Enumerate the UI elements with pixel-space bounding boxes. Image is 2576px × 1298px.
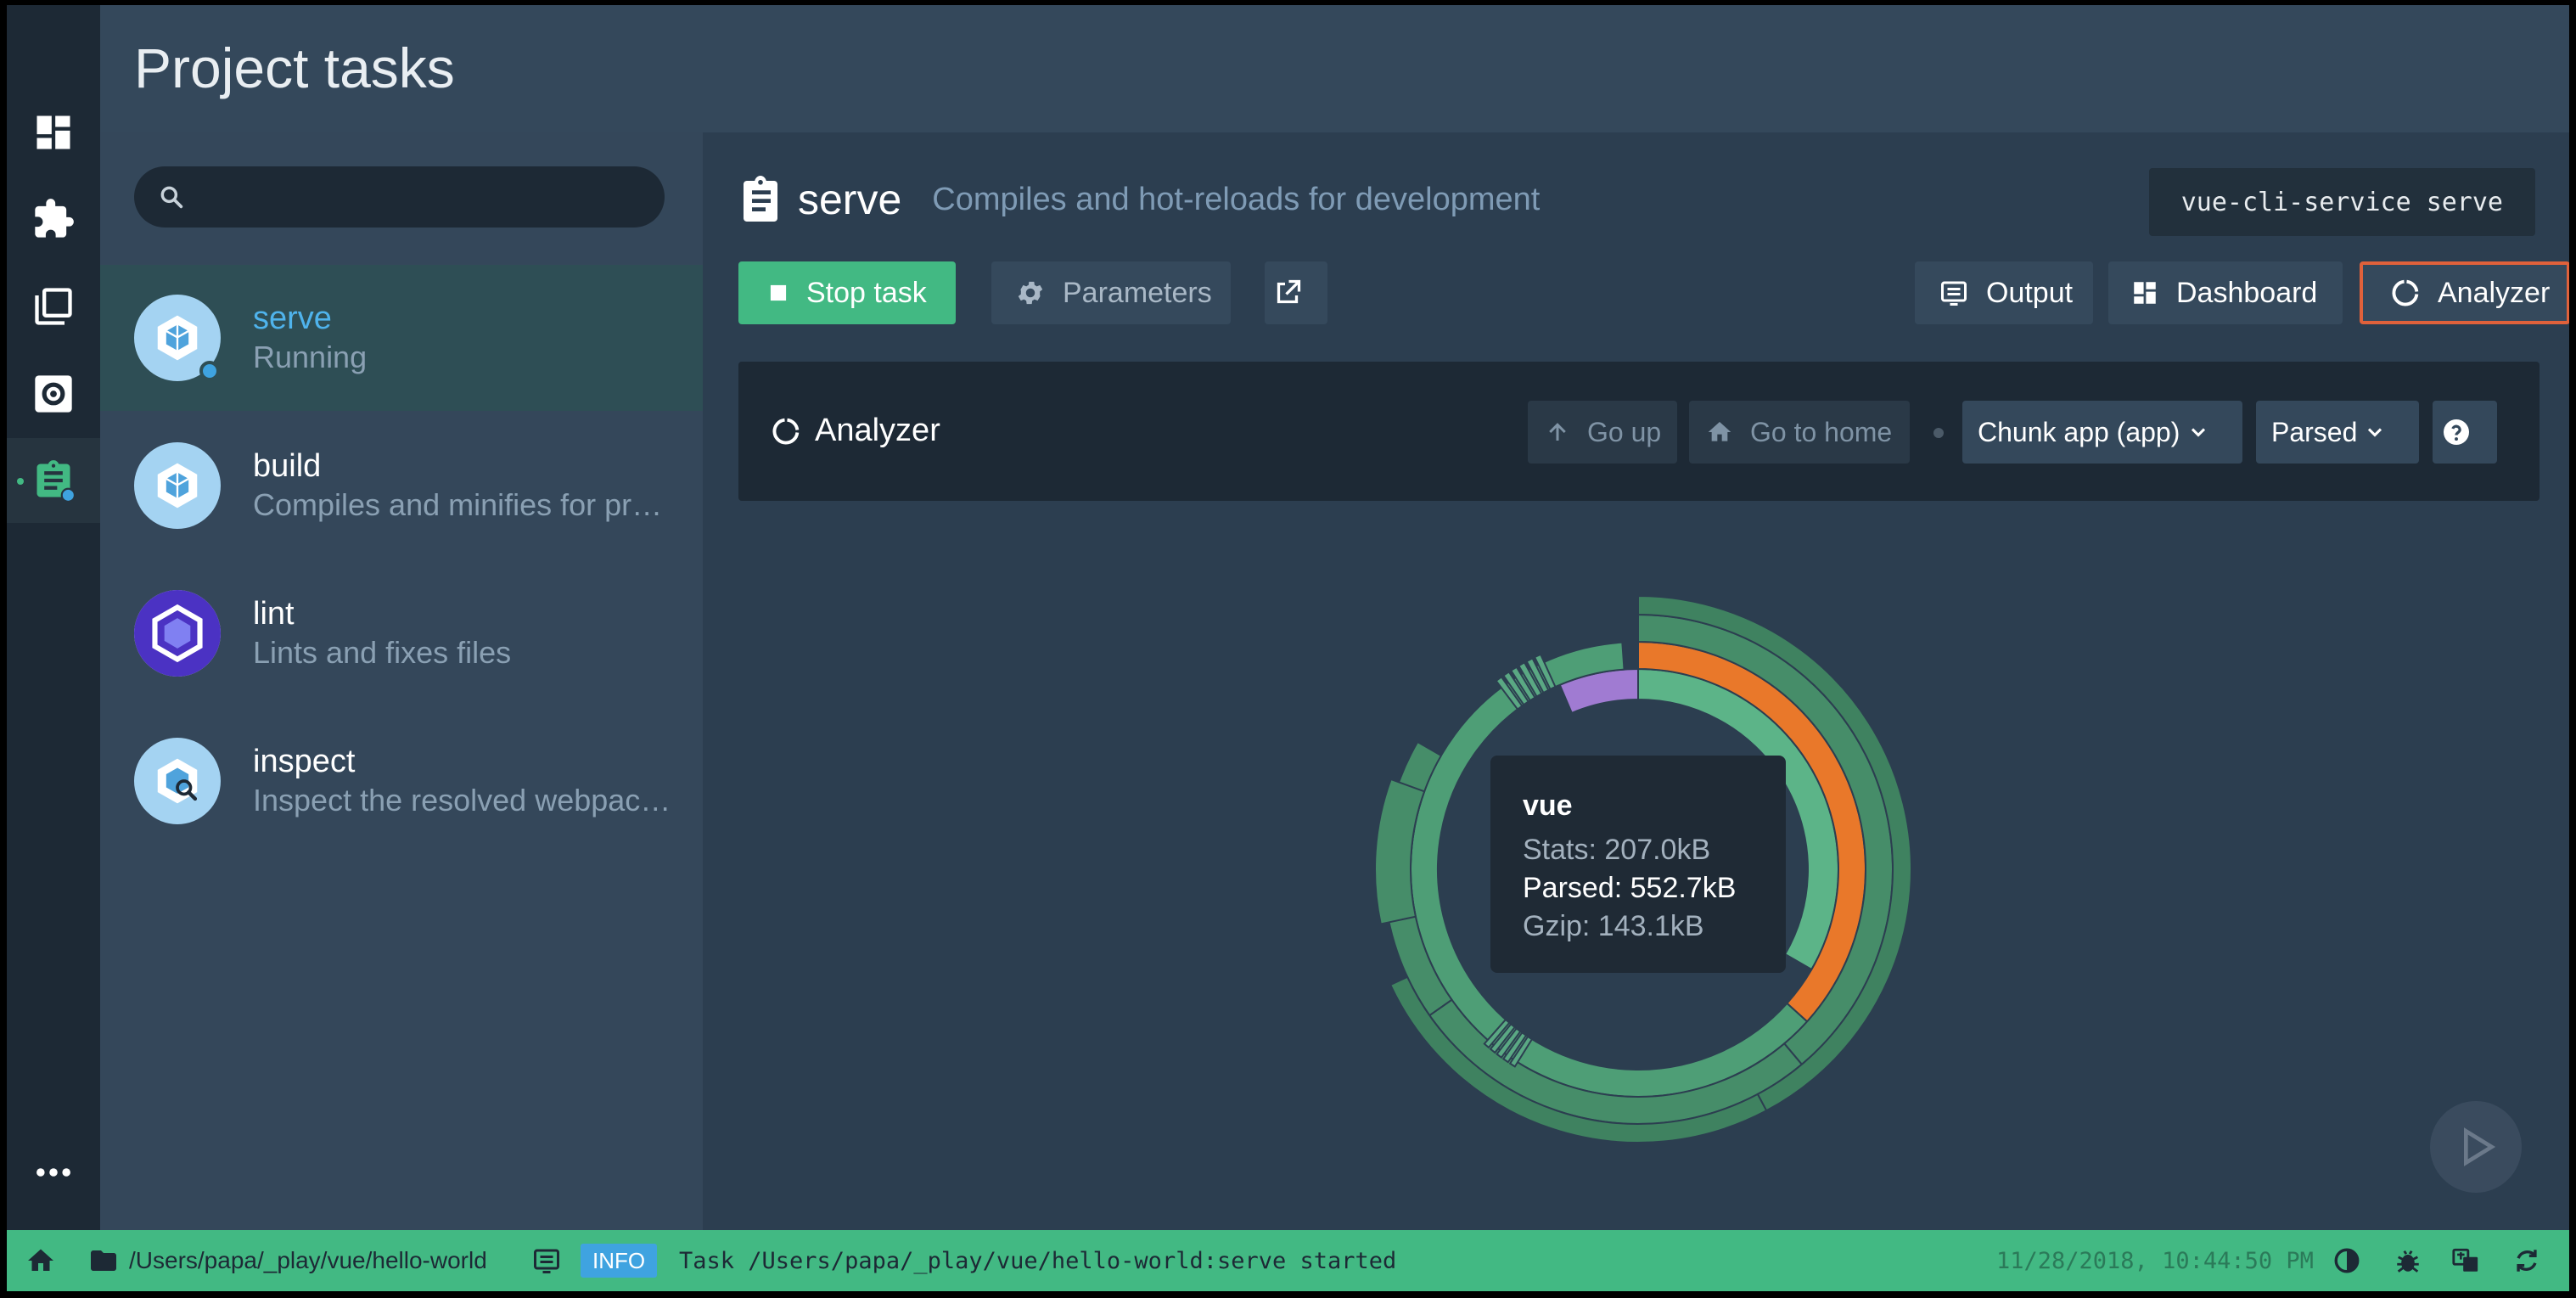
refresh-icon <box>2517 1250 2537 1272</box>
message-icon <box>534 1249 559 1273</box>
home-button[interactable] <box>25 1230 56 1291</box>
translate-icon <box>2452 1248 2478 1272</box>
nav-plugins[interactable] <box>7 177 100 261</box>
dark-mode-toggle[interactable] <box>2332 1230 2361 1291</box>
nav-dashboard[interactable] <box>7 90 100 175</box>
tooltip-module-name: vue <box>1523 789 1573 822</box>
log-level-badge: INFO <box>581 1244 658 1278</box>
contrast-icon <box>2334 1248 2360 1273</box>
sunburst-chart[interactable] <box>703 132 2569 1230</box>
log-timestamp: 11/28/2018, 10:44:50 PM <box>1996 1247 2314 1274</box>
nav-tasks[interactable] <box>7 438 100 523</box>
running-indicator <box>199 361 220 381</box>
task-status: Running <box>253 340 368 374</box>
project-path-text: /Users/papa/_play/vue/hello-world <box>129 1247 487 1273</box>
task-name: inspect <box>253 744 356 779</box>
search-input[interactable] <box>134 166 665 228</box>
bug-icon <box>2397 1250 2419 1273</box>
task-name: build <box>253 448 322 484</box>
task-description: Inspect the resolved webpack config <box>253 783 677 818</box>
page-title: Project tasks <box>134 37 455 99</box>
console-log-button[interactable] <box>531 1230 562 1291</box>
active-indicator <box>17 478 24 485</box>
report-bug-button[interactable] <box>2394 1230 2422 1291</box>
task-item-serve[interactable]: serve Running <box>100 265 703 411</box>
task-item-lint[interactable]: lint Lints and fixes files <box>100 560 703 706</box>
play-watermark-icon <box>2430 1101 2522 1193</box>
webpack-icon <box>134 442 221 529</box>
translate-button[interactable] <box>2451 1230 2480 1291</box>
search-icon <box>160 186 183 209</box>
folder-icon <box>91 1250 116 1271</box>
task-description: Lints and fixes files <box>253 635 512 670</box>
eslint-icon <box>134 590 221 677</box>
last-log-message[interactable]: Task /Users/papa/_play/vue/hello-world:s… <box>679 1230 1396 1291</box>
nav-more[interactable] <box>7 1130 100 1215</box>
library-icon <box>35 288 72 325</box>
task-name: lint <box>253 596 295 632</box>
task-item-build[interactable]: build Compiles and minifies for producti… <box>100 413 703 559</box>
tooltip-stats: Stats: 207.0kB <box>1523 834 1711 866</box>
tooltip-parsed: Parsed: 552.7kB <box>1523 872 1737 904</box>
task-list-panel: serve Running build Compiles and minifie… <box>100 132 703 1230</box>
task-description: Compiles and minifies for production <box>253 487 677 522</box>
nav-dependencies[interactable] <box>7 264 100 349</box>
puzzle-icon <box>35 199 74 238</box>
clipboard-icon <box>36 460 76 503</box>
settings-icon <box>35 375 72 413</box>
chart-tooltip: vue Stats: 207.0kB Parsed: 552.7kB Gzip:… <box>1490 756 1786 973</box>
task-detail: serve Compiles and hot-reloads for devel… <box>703 132 2569 1230</box>
inspect-icon <box>134 738 221 824</box>
nav-rail <box>7 5 100 1230</box>
refresh-button[interactable] <box>2512 1230 2541 1291</box>
app-window: Project tasks serve Running build Compil… <box>7 5 2569 1291</box>
nav-configuration[interactable] <box>7 351 100 436</box>
dashboard-icon <box>36 115 70 149</box>
home-icon <box>28 1249 53 1271</box>
status-bar: /Users/papa/_play/vue/hello-world INFO T… <box>7 1230 2569 1291</box>
task-name: serve <box>253 301 332 336</box>
more-icon <box>36 1168 70 1177</box>
project-path[interactable]: /Users/papa/_play/vue/hello-world <box>88 1230 487 1291</box>
page-header: Project tasks <box>100 5 2569 132</box>
task-item-inspect[interactable]: inspect Inspect the resolved webpack con… <box>100 708 703 854</box>
tooltip-gzip: Gzip: 143.1kB <box>1523 910 1704 942</box>
